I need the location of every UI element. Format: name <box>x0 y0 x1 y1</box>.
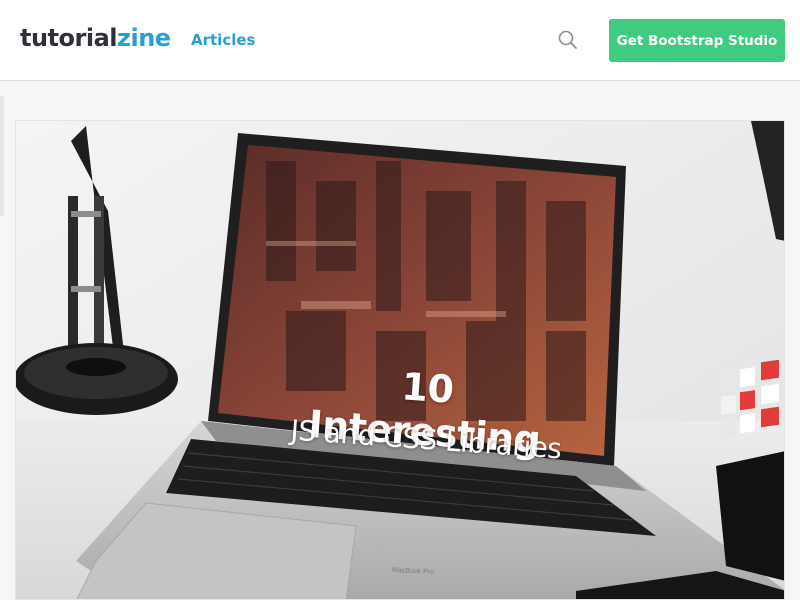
logo-part-zine: zine <box>117 24 171 52</box>
featured-article-card[interactable]: 10 Interesting JS and CSS Libraries MacB… <box>15 120 785 600</box>
hero-illustration <box>16 121 784 599</box>
logo-part-tutorial: tutorial <box>20 24 118 52</box>
get-bootstrap-studio-button[interactable]: Get Bootstrap Studio <box>609 19 785 62</box>
nav-link-articles[interactable]: Articles <box>191 30 255 50</box>
search-icon <box>558 30 577 49</box>
search-button[interactable] <box>556 28 580 52</box>
site-logo[interactable]: tutorialzine <box>20 22 171 54</box>
top-navbar: tutorialzine Articles Get Bootstrap Stud… <box>0 0 800 81</box>
side-edge-tab <box>0 96 4 216</box>
article-hero-image[interactable]: 10 Interesting JS and CSS Libraries MacB… <box>16 121 784 599</box>
